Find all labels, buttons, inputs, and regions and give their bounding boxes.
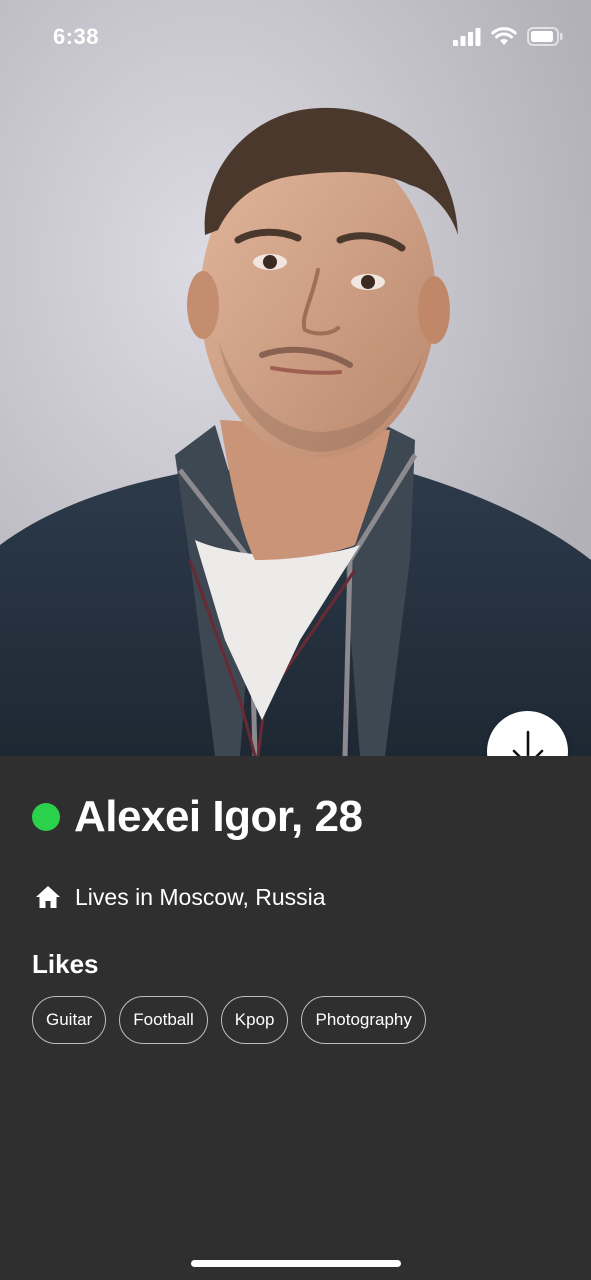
online-status-dot [32, 803, 60, 831]
status-bar: 6:38 [0, 0, 591, 76]
profile-name-age: Alexei Igor, 28 [74, 792, 363, 841]
profile-screen: 6:38 Alexei Igor, 28 Lives in Moscow, Ru… [0, 0, 591, 1280]
battery-icon [527, 27, 563, 51]
profile-photo [0, 0, 591, 756]
profile-photo-illustration [0, 0, 591, 756]
like-chip-football[interactable]: Football [119, 996, 208, 1044]
likes-chips: Guitar Football Kpop Photography [32, 996, 426, 1044]
location-row: Lives in Moscow, Russia [35, 884, 326, 911]
home-icon [35, 885, 61, 911]
status-time: 6:38 [53, 24, 100, 49]
profile-info-panel: Alexei Igor, 28 Lives in Moscow, Russia … [0, 756, 591, 1280]
likes-heading: Likes [32, 949, 99, 979]
like-chip-guitar[interactable]: Guitar [32, 996, 107, 1044]
cellular-signal-icon [453, 27, 481, 51]
location-text: Lives in Moscow, Russia [75, 884, 326, 910]
like-chip-kpop[interactable]: Kpop [220, 996, 289, 1044]
like-chip-photography[interactable]: Photography [301, 996, 426, 1044]
home-indicator[interactable] [191, 1260, 401, 1267]
status-icons [453, 27, 563, 51]
wifi-icon [491, 27, 517, 51]
name-row: Alexei Igor, 28 [32, 792, 363, 842]
